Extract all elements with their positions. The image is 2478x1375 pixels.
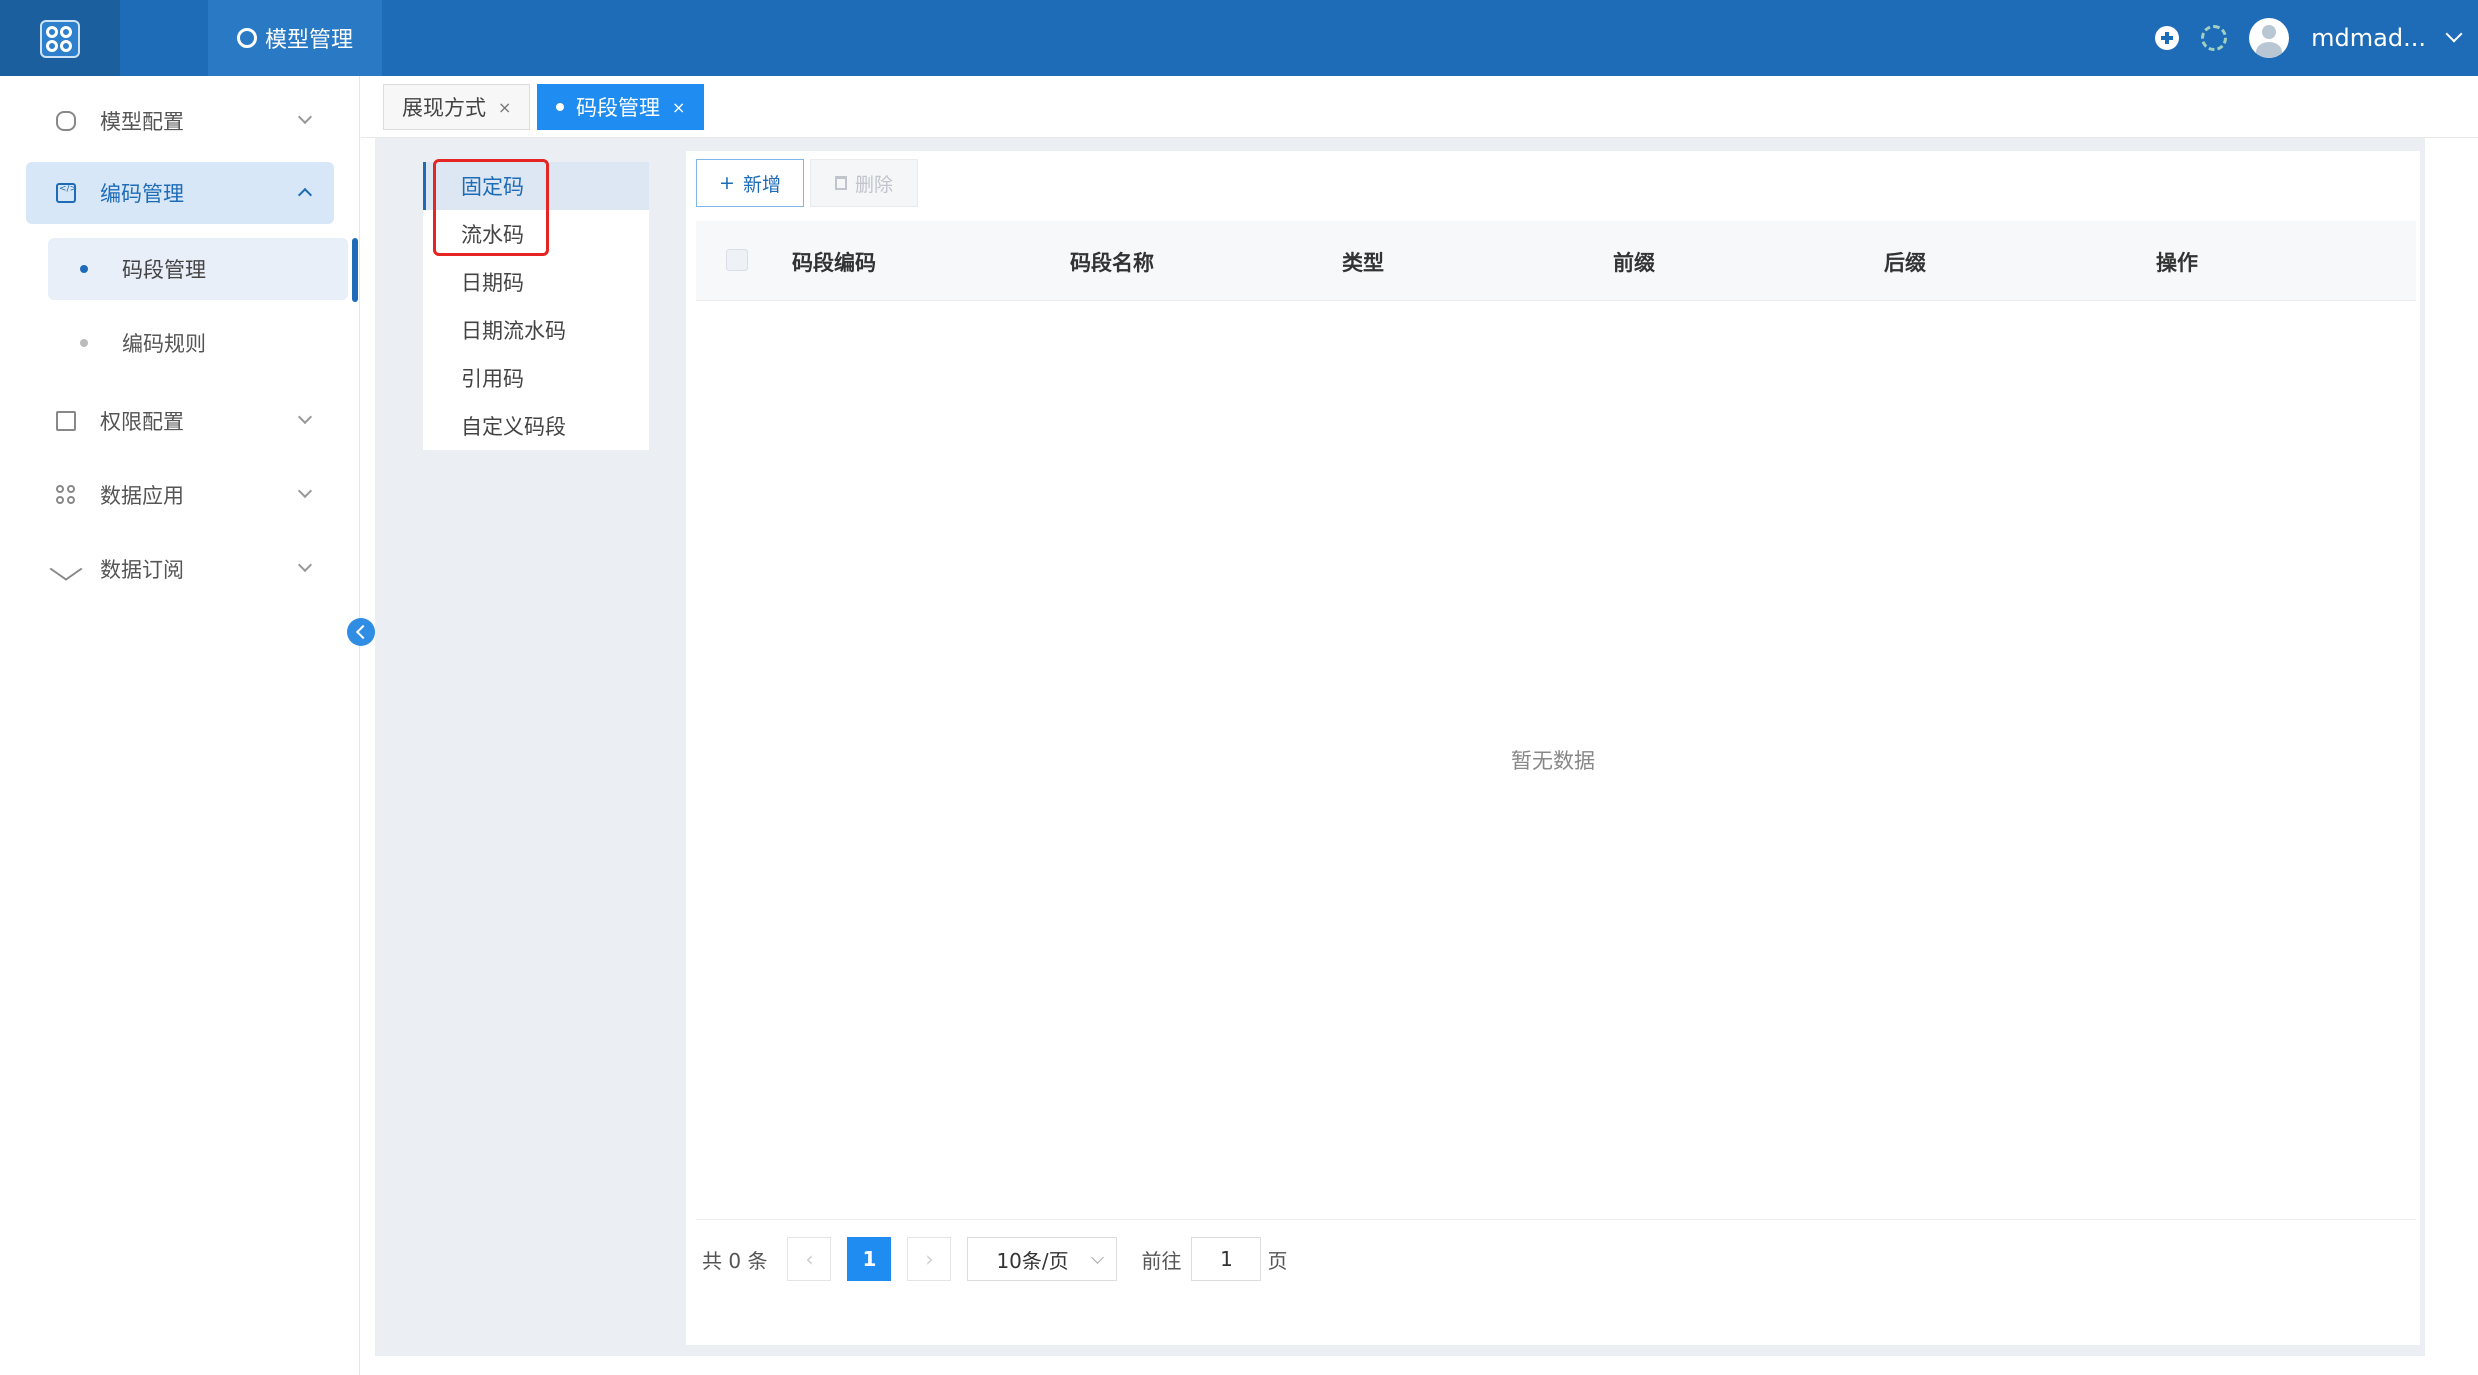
column-header: 码段编码	[792, 251, 876, 275]
close-icon[interactable]: ×	[672, 98, 685, 117]
permission-icon	[56, 411, 76, 431]
column-header: 前缀	[1613, 251, 1655, 275]
bullet-icon	[80, 339, 88, 347]
plus-icon: +	[719, 172, 735, 194]
sidebar-item-label: 编码管理	[100, 182, 184, 206]
chevron-down-icon	[297, 483, 313, 499]
tab-label: 展现方式	[402, 96, 486, 120]
divider	[696, 1219, 2416, 1220]
avatar[interactable]	[2249, 18, 2290, 58]
add-button[interactable]: + 新增	[696, 159, 804, 207]
delete-button[interactable]: 删除	[810, 159, 918, 207]
assistant-icon[interactable]	[2201, 25, 2228, 51]
username[interactable]: mdmad...	[2311, 24, 2426, 52]
chevron-up-icon	[297, 187, 313, 203]
sidebar-item-permission-config[interactable]: 权限配置	[26, 390, 334, 452]
sidebar: 模型配置 编码管理 码段管理 编码规则 权限配置 数据应用 数据订阅	[0, 76, 360, 1375]
sidebar-item-label: 数据应用	[100, 484, 184, 508]
header-user-area: mdmad...	[2155, 0, 2463, 76]
sidebar-subitem-code-rules[interactable]: 编码规则	[48, 312, 348, 374]
top-header: 模型管理 mdmad...	[0, 0, 2478, 76]
add-circle-icon[interactable]	[2155, 26, 2180, 50]
sidebar-active-indicator	[352, 238, 358, 302]
active-dot-icon	[556, 103, 564, 111]
close-icon[interactable]: ×	[498, 98, 511, 117]
sidebar-item-label: 模型配置	[100, 110, 184, 134]
main-content: 固定码 流水码 日期码 日期流水码 引用码 自定义码段 + 新增 删除 码段编码…	[375, 138, 2425, 1356]
sidebar-subitem-segment-management[interactable]: 码段管理	[48, 238, 348, 300]
empty-state-text: 暂无数据	[1511, 749, 1595, 773]
add-button-label: 新增	[742, 173, 781, 196]
table-header: 码段编码 码段名称 类型 前缀 后缀 操作	[696, 221, 2416, 301]
bullet-icon	[80, 265, 88, 273]
segment-type-item[interactable]: 日期码	[423, 258, 649, 306]
apps-grid-icon	[56, 485, 76, 505]
segment-type-item[interactable]: 自定义码段	[423, 402, 649, 450]
column-header: 后缀	[1884, 251, 1926, 275]
page-number-button[interactable]: 1	[847, 1237, 892, 1281]
sidebar-item-data-apps[interactable]: 数据应用	[26, 464, 334, 526]
collapse-sidebar-button[interactable]	[347, 618, 375, 646]
tab-label: 码段管理	[576, 96, 660, 120]
top-module-tab[interactable]: 模型管理	[208, 0, 382, 76]
column-header: 类型	[1342, 251, 1384, 275]
tab-segment-management[interactable]: 码段管理 ×	[537, 84, 705, 130]
sidebar-item-label: 权限配置	[100, 410, 184, 434]
page-size-select[interactable]: 10条/页	[967, 1237, 1118, 1281]
app-logo[interactable]	[0, 0, 120, 76]
segment-type-item[interactable]: 日期流水码	[423, 306, 649, 354]
sidebar-item-label: 数据订阅	[100, 558, 184, 582]
pagination: 共 0 条 ‹ 1 › 10条/页 前往 1 页	[702, 1237, 1287, 1281]
tab-display-mode[interactable]: 展现方式 ×	[383, 84, 531, 130]
chevron-down-icon	[297, 109, 313, 125]
total-count: 共 0 条	[702, 1248, 768, 1273]
send-icon	[49, 557, 83, 581]
sidebar-item-model-config[interactable]: 模型配置	[26, 90, 334, 152]
database-icon	[56, 111, 76, 131]
goto-page-input[interactable]: 1	[1191, 1237, 1262, 1281]
sidebar-subitem-label: 码段管理	[122, 258, 206, 282]
chevron-down-icon[interactable]	[2445, 25, 2463, 43]
sidebar-subitem-label: 编码规则	[122, 332, 206, 356]
prev-page-button[interactable]: ‹	[787, 1237, 832, 1281]
sidebar-item-code-management[interactable]: 编码管理	[26, 162, 334, 224]
page-unit-label: 页	[1267, 1248, 1288, 1273]
top-module-tab-label: 模型管理	[264, 28, 353, 53]
annotation-highlight-box	[433, 159, 549, 256]
chevron-down-icon	[297, 409, 313, 425]
trash-icon	[834, 176, 847, 190]
next-page-button[interactable]: ›	[907, 1237, 952, 1281]
gear-icon	[236, 28, 257, 48]
logo-icon	[40, 20, 80, 58]
chevron-down-icon	[297, 557, 313, 573]
code-icon	[56, 183, 77, 203]
column-header: 操作	[2156, 251, 2198, 275]
column-header: 码段名称	[1070, 251, 1154, 275]
select-all-checkbox[interactable]	[726, 249, 748, 271]
segment-type-item[interactable]: 引用码	[423, 354, 649, 402]
segment-table-panel: + 新增 删除 码段编码 码段名称 类型 前缀 后缀 操作 暂无数据 共 0 条…	[686, 151, 2420, 1345]
delete-button-label: 删除	[854, 173, 893, 196]
goto-label: 前往	[1141, 1248, 1182, 1273]
sidebar-item-data-subscription[interactable]: 数据订阅	[26, 538, 334, 600]
page-tabs: 展现方式 × 码段管理 ×	[361, 76, 2478, 138]
